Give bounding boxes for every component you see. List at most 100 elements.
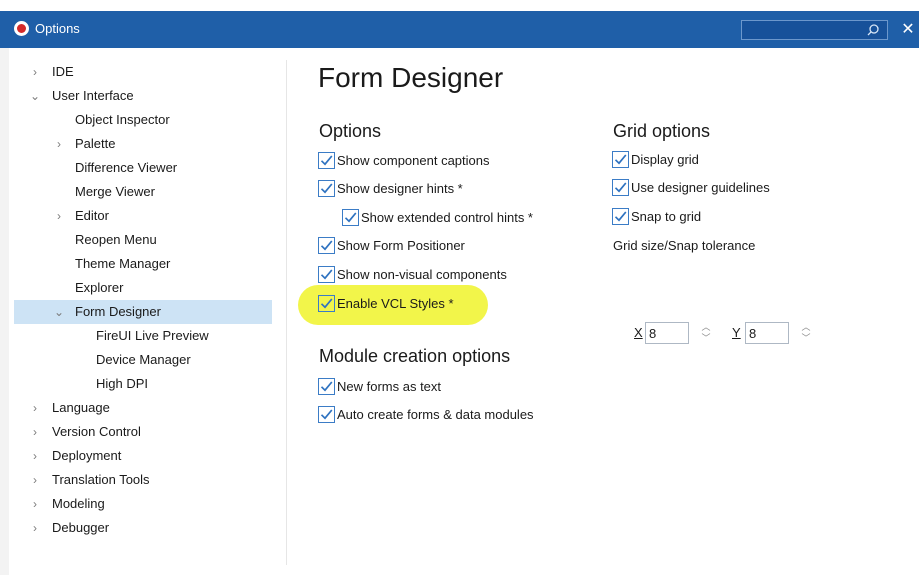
tree-item-deployment[interactable]: › Deployment: [14, 444, 272, 468]
tree-item-debugger[interactable]: › Debugger: [14, 516, 272, 540]
checkmark-icon: [320, 409, 333, 420]
chevron-right-icon[interactable]: ›: [30, 516, 40, 540]
tree-item-theme-manager[interactable]: Theme Manager: [14, 252, 272, 276]
checkbox-box[interactable]: [612, 151, 629, 168]
checkmark-icon: [320, 269, 333, 280]
checkmark-icon: [320, 183, 333, 194]
chevron-right-icon[interactable]: ›: [30, 492, 40, 516]
checkbox-box[interactable]: [318, 266, 335, 283]
tree-item-ide[interactable]: › IDE: [14, 60, 272, 84]
tree-item-translation-tools[interactable]: › Translation Tools: [14, 468, 272, 492]
tree-item-label: Merge Viewer: [75, 184, 155, 199]
checkbox-box[interactable]: [318, 406, 335, 423]
checkbox-box[interactable]: [318, 295, 335, 312]
grid-y-input[interactable]: [745, 322, 789, 344]
checkbox-box[interactable]: [342, 209, 359, 226]
checkbox-box[interactable]: [612, 179, 629, 196]
tree-item-explorer[interactable]: Explorer: [14, 276, 272, 300]
checkmark-icon: [320, 155, 333, 166]
chevron-down-icon[interactable]: ⌄: [54, 300, 64, 324]
page-title: Form Designer: [318, 62, 504, 93]
tree-item-fireui-live-preview[interactable]: FireUI Live Preview: [14, 324, 272, 348]
checkbox-label: Show component captions: [337, 153, 490, 168]
grid-options-heading: Grid options: [613, 121, 711, 141]
tree-item-merge-viewer[interactable]: Merge Viewer: [14, 180, 272, 204]
checkbox-label: Auto create forms & data modules: [337, 407, 534, 422]
spin-up-icon[interactable]: ︿: [699, 322, 713, 333]
tree-item-language[interactable]: › Language: [14, 396, 272, 420]
tree-item-label: Editor: [75, 208, 109, 223]
close-icon: ✕: [901, 21, 915, 38]
search-box[interactable]: [741, 20, 888, 40]
chevron-down-icon[interactable]: ⌄: [30, 84, 40, 108]
tree-item-label: Modeling: [52, 496, 105, 511]
tree-item-palette[interactable]: › Palette: [14, 132, 272, 156]
tree-item-label: Version Control: [52, 424, 141, 439]
grid-size-label: Grid size/Snap tolerance: [613, 238, 756, 253]
tree-item-label: Translation Tools: [52, 472, 150, 487]
search-input[interactable]: [745, 22, 859, 40]
checkbox-box[interactable]: [318, 152, 335, 169]
checkmark-icon: [614, 211, 627, 222]
tree-item-device-manager[interactable]: Device Manager: [14, 348, 272, 372]
checkbox-label: Use designer guidelines: [631, 180, 770, 195]
checkbox-label: Show Form Positioner: [337, 238, 465, 253]
tree-item-editor[interactable]: › Editor: [14, 204, 272, 228]
chevron-right-icon[interactable]: ›: [30, 396, 40, 420]
tree-item-label: Language: [52, 400, 110, 415]
checkbox-box[interactable]: [612, 208, 629, 225]
tree-item-user-interface[interactable]: ⌄ User Interface: [14, 84, 272, 108]
spin-up-icon[interactable]: ︿: [799, 322, 813, 333]
tree-item-object-inspector[interactable]: Object Inspector: [14, 108, 272, 132]
tree-item-label: Theme Manager: [75, 256, 171, 271]
tree-item-form-designer[interactable]: ⌄ Form Designer: [14, 300, 272, 324]
spin-down-icon[interactable]: ﹀: [799, 333, 813, 344]
close-button[interactable]: ✕: [897, 18, 919, 42]
tree-item-label: Difference Viewer: [75, 160, 178, 175]
tree-item-high-dpi[interactable]: High DPI: [14, 372, 272, 396]
checkbox-label: New forms as text: [337, 379, 442, 394]
grid-y-spinner[interactable]: ︿ ﹀: [799, 322, 813, 344]
options-tree[interactable]: › IDE ⌄ User Interface Object Inspector …: [14, 60, 272, 560]
checkmark-icon: [320, 298, 333, 309]
spin-down-icon[interactable]: ﹀: [699, 333, 713, 344]
grid-x-input[interactable]: [645, 322, 689, 344]
grid-x-label: X: [634, 325, 643, 340]
checkmark-icon: [344, 212, 357, 223]
panel-divider: [286, 60, 287, 565]
chevron-right-icon[interactable]: ›: [54, 132, 64, 156]
form-designer-page: Form Designer Options Show component cap…: [318, 60, 908, 560]
grid-x-spinner[interactable]: ︿ ﹀: [699, 322, 713, 344]
chevron-right-icon[interactable]: ›: [30, 60, 40, 84]
options-heading: Options: [319, 121, 382, 141]
checkbox-label: Show non-visual components: [337, 267, 507, 282]
tree-item-difference-viewer[interactable]: Difference Viewer: [14, 156, 272, 180]
chevron-right-icon[interactable]: ›: [30, 444, 40, 468]
tree-item-label: High DPI: [96, 376, 149, 391]
tree-item-label: User Interface: [52, 88, 134, 103]
tree-item-label: FireUI Live Preview: [96, 328, 209, 343]
chevron-right-icon[interactable]: ›: [54, 204, 64, 228]
tree-item-label: Form Designer: [75, 304, 161, 319]
chevron-right-icon[interactable]: ›: [30, 468, 40, 492]
tree-item-reopen-menu[interactable]: Reopen Menu: [14, 228, 272, 252]
checkmark-icon: [614, 182, 627, 193]
tree-item-label: IDE: [52, 64, 74, 79]
tree-item-label: Debugger: [52, 520, 110, 535]
tree-item-label: Device Manager: [96, 352, 191, 367]
tree-item-modeling[interactable]: › Modeling: [14, 492, 272, 516]
module-creation-heading: Module creation options: [319, 346, 511, 366]
tree-item-label: Explorer: [75, 280, 124, 295]
checkbox-label: Snap to grid: [631, 209, 702, 224]
checkmark-icon: [320, 381, 333, 392]
search-icon: [866, 23, 880, 37]
tree-item-version-control[interactable]: › Version Control: [14, 420, 272, 444]
checkbox-box[interactable]: [318, 378, 335, 395]
chevron-right-icon[interactable]: ›: [30, 420, 40, 444]
checkbox-label: Enable VCL Styles *: [337, 296, 454, 311]
checkbox-box[interactable]: [318, 180, 335, 197]
checkbox-box[interactable]: [318, 237, 335, 254]
window-left-edge: [0, 48, 9, 575]
checkmark-icon: [614, 154, 627, 165]
checkbox-label: Display grid: [631, 152, 699, 167]
